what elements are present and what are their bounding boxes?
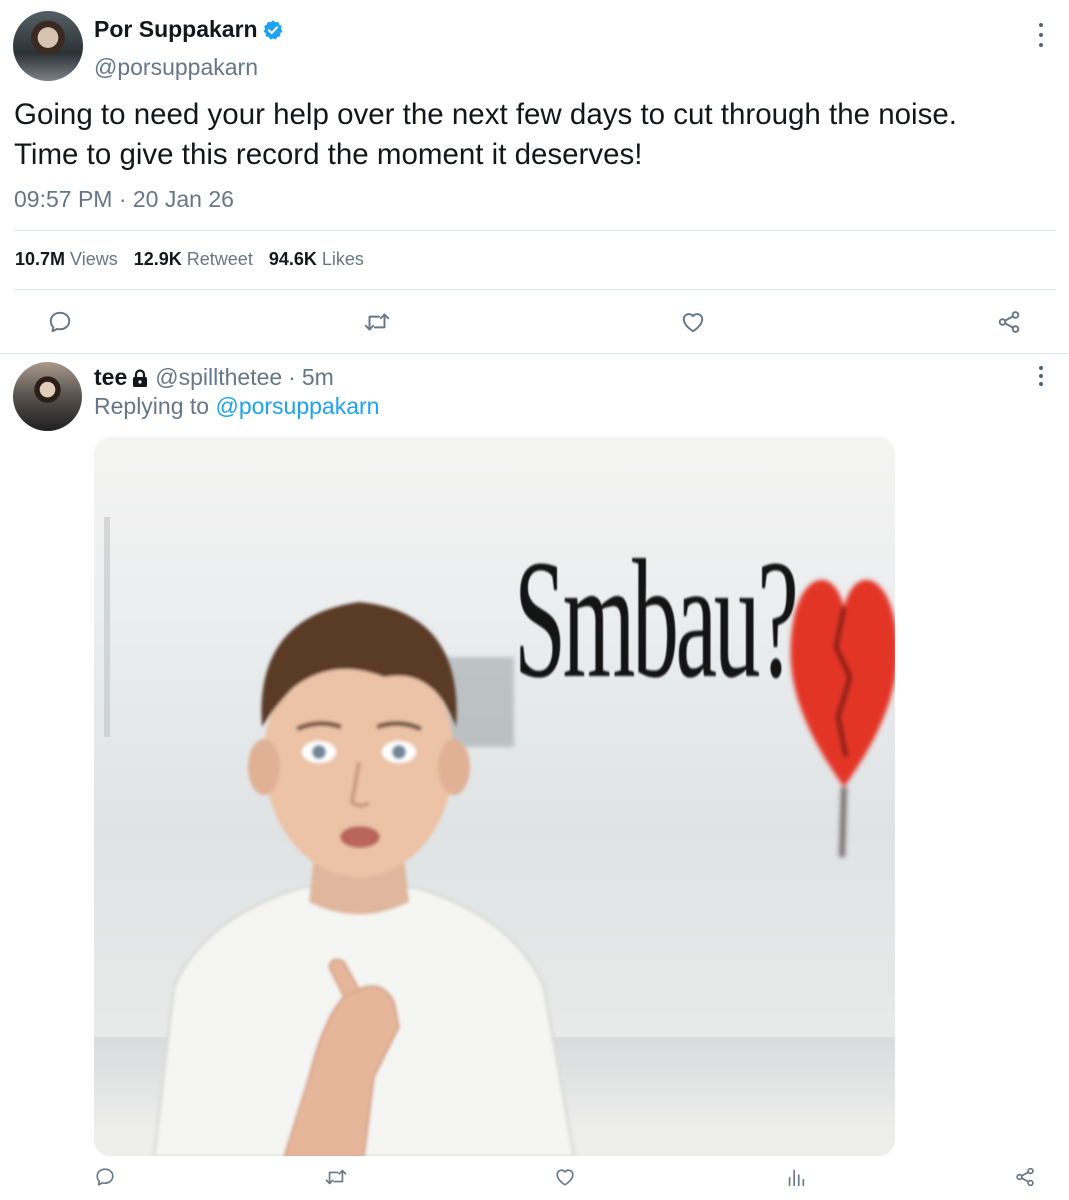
replying-to: Replying to @porsuppakarn [94, 393, 379, 420]
views-stat[interactable]: 10.7M Views [15, 249, 118, 270]
reply-icon [49, 311, 71, 333]
media-caption-text: Smbau? [514, 525, 799, 713]
reply-display-name[interactable]: tee [94, 364, 127, 391]
divider [14, 289, 1056, 290]
reply-share-button[interactable] [1013, 1165, 1037, 1189]
reply-author-avatar[interactable] [13, 362, 82, 431]
share-icon [998, 311, 1020, 333]
retweets-stat[interactable]: 12.9K Retweet [134, 249, 253, 270]
author-handle[interactable]: @porsuppakarn [94, 54, 258, 81]
replying-mention-link[interactable]: @porsuppakarn [215, 393, 379, 419]
tweet-text: Going to need your help over the next fe… [14, 95, 1054, 175]
broken-heart-icon [790, 579, 895, 858]
likes-stat[interactable]: 94.6K Likes [269, 249, 364, 270]
reply-like-button[interactable] [553, 1165, 577, 1189]
views-icon [788, 1169, 805, 1187]
like-icon [556, 1169, 574, 1186]
more-options-icon[interactable] [1037, 23, 1045, 47]
divider [0, 353, 1069, 354]
reply-icon [96, 1168, 114, 1186]
tweet-stats: 10.7M Views 12.9K Retweet 94.6K Likes [15, 249, 380, 270]
share-icon [1016, 1167, 1034, 1187]
like-icon [682, 313, 704, 333]
verified-badge-icon [263, 19, 283, 40]
share-button[interactable] [994, 307, 1024, 337]
reply-header: tee @spillthetee · 5m [94, 364, 334, 391]
retweet-icon [325, 1169, 347, 1185]
retweet-button[interactable] [360, 307, 394, 337]
tweet-timestamp[interactable]: 09:57 PM · 20 Jan 26 [14, 186, 234, 213]
likes-count: 94.6K [268, 249, 317, 269]
views-count: 10.7M [15, 249, 66, 269]
protected-lock-icon [133, 368, 148, 387]
retweets-label: Retweet [186, 249, 253, 269]
reply-retweet-button[interactable] [322, 1165, 350, 1189]
reply-reply-button[interactable] [93, 1165, 117, 1189]
author-avatar[interactable] [13, 11, 83, 81]
like-button[interactable] [678, 307, 708, 337]
retweets-count: 12.9K [133, 249, 182, 269]
author-name-row: Por Suppakarn [94, 16, 284, 43]
separator-dot: · [288, 364, 296, 390]
retweet-icon [364, 313, 390, 331]
reply-handle[interactable]: @spillthetee [155, 364, 282, 391]
views-label: Views [70, 249, 118, 269]
reply-button[interactable] [45, 307, 75, 337]
more-options-icon[interactable] [1037, 366, 1045, 386]
reply-media-image[interactable]: Smbau? [94, 437, 895, 1156]
tweet-text-line: Time to give this record the moment it d… [14, 138, 643, 171]
reply-views-button[interactable] [784, 1165, 808, 1189]
author-display-name[interactable]: Por Suppakarn [94, 16, 258, 43]
likes-label: Likes [321, 249, 364, 269]
divider [14, 230, 1056, 231]
reply-time[interactable]: 5m [302, 364, 334, 391]
replying-prefix: Replying to [94, 393, 210, 419]
tweet-text-line: Going to need your help over the next fe… [14, 98, 957, 131]
